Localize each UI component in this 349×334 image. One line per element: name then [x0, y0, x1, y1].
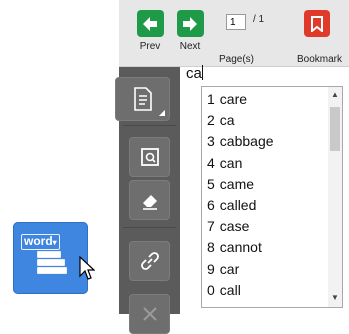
suggestion-number: 6	[207, 197, 215, 213]
word-tool-label: word▾	[21, 234, 60, 250]
suggestion-item[interactable]: 8 cannot	[207, 239, 262, 255]
word-tool-line	[37, 251, 61, 258]
word-tool-line	[37, 267, 67, 274]
suggestion-word: care	[219, 91, 248, 107]
prev-button[interactable]: Prev	[132, 10, 168, 52]
suggestion-word: car	[219, 260, 240, 277]
screenshot-icon	[140, 148, 159, 166]
suggestion-number: 1	[207, 91, 215, 107]
link-icon	[140, 252, 159, 270]
close-icon	[142, 307, 157, 321]
document-menu-button[interactable]: ◢	[115, 77, 170, 121]
suggestion-word: cabbage	[219, 133, 274, 150]
arrow-right-icon	[176, 10, 204, 37]
suggestion-number: 3	[207, 133, 215, 150]
suggestion-word: ca	[219, 112, 235, 129]
next-label: Next	[179, 41, 201, 52]
suggestion-number: 4	[207, 154, 215, 171]
close-button[interactable]	[129, 294, 170, 334]
suggestion-number: 5	[207, 175, 215, 192]
bookmark-icon	[311, 15, 323, 32]
arrow-left-icon	[136, 10, 164, 37]
word-tool-line	[37, 259, 65, 266]
suggestion-item[interactable]: 5 came	[207, 176, 254, 192]
word-suggestion-list: 1 care 2 ca 3 cabbage 4 can 5 came 6 called 7 case 8 ca…	[201, 86, 343, 308]
link-button[interactable]	[129, 241, 170, 281]
page-label: Page(s)	[219, 54, 255, 65]
suggestion-item[interactable]: 4 can	[207, 155, 242, 171]
suggestion-number: 9	[207, 260, 215, 277]
scrollbar-thumb[interactable]	[330, 107, 340, 151]
scroll-up-icon[interactable]: ▲	[330, 90, 340, 100]
document-icon	[133, 87, 152, 111]
suggestion-word: case	[219, 218, 250, 235]
suggestion-number: 2	[207, 112, 215, 129]
suggestion-item[interactable]: 6 called	[207, 197, 256, 213]
suggestion-item[interactable]: 9 car	[207, 261, 239, 277]
mouse-cursor-icon	[79, 256, 95, 280]
sidebar-divider	[123, 125, 176, 126]
word-prediction-tool[interactable]: word▾	[13, 222, 88, 294]
eraser-button[interactable]	[129, 180, 170, 220]
next-button[interactable]: Next	[173, 10, 207, 52]
bookmark-button[interactable]	[304, 10, 330, 37]
suggestion-item[interactable]: 7 case	[207, 218, 249, 234]
sidebar-divider	[123, 227, 176, 228]
page-total: / 1	[253, 14, 265, 25]
suggestion-word: came	[219, 175, 255, 192]
screenshot-button[interactable]	[129, 137, 170, 177]
bookmark-label: Bookmark	[297, 54, 343, 65]
scroll-down-icon[interactable]: ▼	[330, 293, 340, 303]
suggestion-item[interactable]: 3 cabbage	[207, 133, 274, 149]
suggestion-number: 0	[207, 281, 215, 298]
suggestion-item[interactable]: 2 ca	[207, 112, 235, 128]
suggestion-word: call	[219, 281, 241, 298]
scrollbar[interactable]: ▲ ▼	[328, 87, 342, 307]
suggestion-word: cannot	[219, 239, 262, 256]
suggestion-word: called	[219, 197, 257, 213]
corner-arrow-icon: ◢	[158, 108, 165, 117]
text-caret	[201, 65, 203, 80]
suggestion-item[interactable]: 1 care	[207, 91, 247, 107]
chevron-down-icon: ▾	[52, 238, 57, 247]
typed-text[interactable]: ca	[186, 65, 203, 82]
suggestion-number: 7	[207, 218, 215, 235]
suggestion-word: can	[219, 154, 243, 171]
page-number-input[interactable]: 1	[226, 14, 246, 30]
sidebar: ◢	[115, 67, 180, 334]
suggestion-item[interactable]: 0 call	[207, 282, 241, 298]
suggestion-number: 8	[207, 239, 215, 256]
prev-label: Prev	[139, 41, 161, 52]
eraser-icon	[142, 195, 157, 210]
